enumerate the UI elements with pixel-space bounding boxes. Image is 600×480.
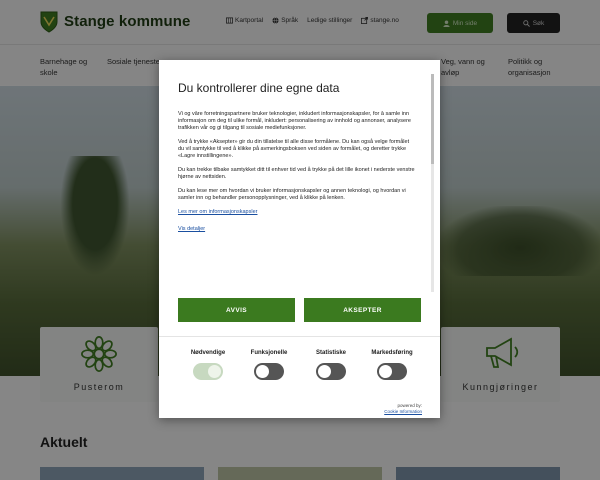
accept-button[interactable]: AKSEPTER: [304, 298, 421, 322]
cookie-consent-dialog: Du kontrollerer dine egne data Vi og vår…: [159, 60, 440, 418]
toggle-knob: [318, 365, 331, 378]
necessary-toggle[interactable]: [193, 363, 223, 380]
dialog-body: Vi og våre forretningspartnere bruker te…: [178, 111, 416, 326]
dialog-paragraph: Du kan lese mer om hvordan vi bruker inf…: [178, 188, 406, 201]
functional-toggle[interactable]: [254, 363, 284, 380]
toggle-label: Statistiske: [315, 350, 346, 356]
toggle-label: Funksjonelle: [250, 350, 288, 356]
toggle-knob: [379, 365, 392, 378]
dialog-divider: [159, 336, 440, 337]
consent-toggle-necessary: Nødvendige: [180, 350, 236, 380]
toggle-label: Markedsføring: [371, 350, 413, 356]
powered-by: powered by: Cookie Information: [384, 403, 422, 415]
statistics-toggle[interactable]: [316, 363, 346, 380]
dialog-scrollbar[interactable]: [431, 74, 434, 292]
toggle-knob: [208, 365, 221, 378]
dialog-paragraph: Ved å trykke «Aksepter» gir du din tilla…: [178, 139, 410, 159]
consent-toggle-marketing: Markedsføring: [364, 350, 420, 380]
consent-toggle-statistics: Statistiske: [303, 350, 359, 380]
dialog-title: Du kontrollerer dine egne data: [178, 81, 340, 95]
consent-toggle-functional: Funksjonelle: [241, 350, 297, 380]
toggle-label: Nødvendige: [190, 350, 226, 356]
dialog-paragraph: Vi og våre forretningspartnere bruker te…: [178, 111, 411, 131]
cookie-information-link[interactable]: Cookie Information: [384, 409, 422, 415]
toggle-knob: [256, 365, 269, 378]
scrollbar-thumb[interactable]: [431, 74, 434, 164]
read-more-cookies-link[interactable]: Les mer om informasjonskapsler: [178, 209, 416, 216]
reject-button[interactable]: AVVIS: [178, 298, 295, 322]
dialog-paragraph: Du kan trekke tilbake samtykket ditt til…: [178, 167, 415, 180]
show-details-link[interactable]: Vis detaljer: [178, 226, 416, 233]
marketing-toggle[interactable]: [377, 363, 407, 380]
